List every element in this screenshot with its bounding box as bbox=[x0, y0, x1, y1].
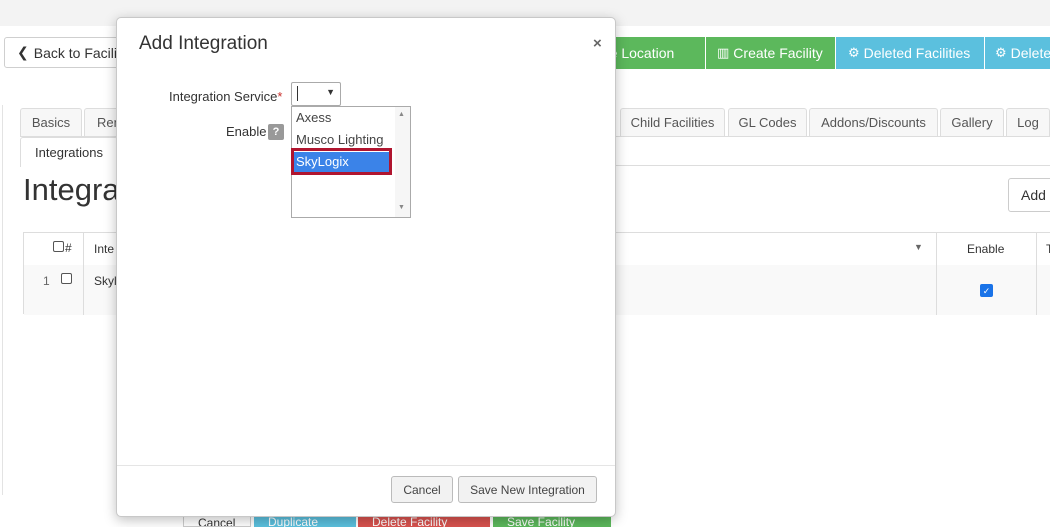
enable-label: Enable bbox=[226, 124, 267, 139]
caret-down-icon: ▼ bbox=[326, 87, 335, 97]
modal-title: Add Integration bbox=[139, 33, 268, 54]
text-caret bbox=[297, 86, 298, 101]
integration-service-label: Integration Service* bbox=[169, 89, 282, 104]
option-axess[interactable]: Axess bbox=[296, 110, 331, 125]
integration-service-options[interactable]: Axess Musco Lighting SkyLogix ▲ ▼ bbox=[291, 106, 411, 218]
integration-service-label-text: Integration Service bbox=[169, 89, 278, 104]
cancel-button[interactable]: Cancel bbox=[391, 476, 453, 503]
integration-service-select[interactable]: ▼ bbox=[291, 82, 341, 106]
listbox-scrollbar[interactable]: ▲ ▼ bbox=[395, 107, 410, 217]
help-icon[interactable]: ? bbox=[268, 124, 284, 140]
highlight-outline bbox=[291, 148, 392, 175]
option-musco-lighting[interactable]: Musco Lighting bbox=[296, 132, 383, 147]
close-icon[interactable]: × bbox=[593, 35, 602, 52]
add-integration-modal: Add Integration × Integration Service* ▼… bbox=[116, 17, 616, 517]
scroll-up-icon[interactable]: ▲ bbox=[398, 111, 405, 118]
modal-footer-divider bbox=[117, 465, 615, 466]
required-marker: * bbox=[277, 89, 283, 104]
scroll-down-icon[interactable]: ▼ bbox=[398, 204, 405, 211]
save-new-integration-button[interactable]: Save New Integration bbox=[458, 476, 597, 503]
